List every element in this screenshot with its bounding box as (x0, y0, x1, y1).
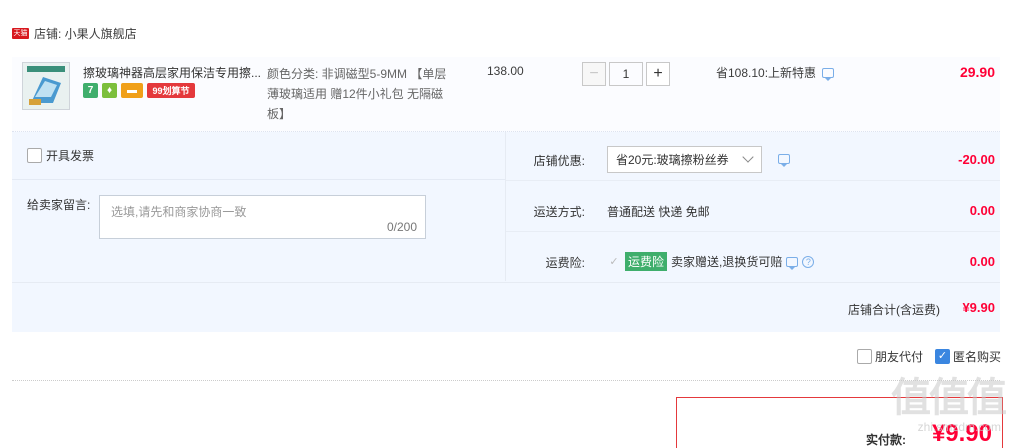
quantity-stepper: − 1 + (582, 62, 670, 86)
coupon-label: 店铺优惠: (533, 154, 585, 168)
item-discount: 省108.10:上新特惠 (716, 64, 835, 81)
shop-total-label: 店铺合计(含运费) (848, 303, 940, 317)
options-right: 店铺优惠: 省20元:玻璃擦粉丝券 -20.00 运送方式: 普通配送 快递 免… (506, 132, 1000, 281)
insurance-text: 卖家赠送,退换货可赔 (671, 255, 783, 269)
divider (12, 380, 1000, 381)
watermark-logo: 值值值 (891, 376, 1007, 420)
shop-line: 天猫 店铺: 小果人旗舰店 (12, 25, 137, 41)
shop-total-value: ¥9.90 (962, 300, 995, 315)
qty-input[interactable]: 1 (609, 62, 643, 86)
insurance-checkbox: ✓ (609, 255, 619, 268)
shop-name[interactable]: 店铺: 小果人旗舰店 (34, 25, 137, 42)
message-placeholder: 选填,请先和商家协商一致 (111, 205, 247, 219)
festival-99-badge[interactable]: 99划算节 (147, 83, 195, 98)
invoice-label: 开具发票 (46, 149, 95, 163)
coupon-selected: 省20元:玻璃擦粉丝券 (616, 153, 729, 167)
insurance-option: ✓ 运费险 卖家赠送,退换货可赔 ? (607, 252, 815, 271)
chevron-down-icon (742, 151, 754, 163)
insurance-badge: 运费险 (625, 252, 668, 271)
shipping-method: 普通配送 快递 免邮 (607, 205, 710, 219)
invoice-checkbox[interactable] (27, 148, 42, 163)
divider (12, 179, 505, 180)
coupon-select[interactable]: 省20元:玻璃擦粉丝券 (607, 146, 762, 173)
shipping-label: 运送方式: (533, 205, 585, 219)
product-thumbnail[interactable] (22, 62, 70, 110)
chat-icon[interactable] (778, 154, 790, 167)
checkout-options: 朋友代付 ✓ 匿名购买 (856, 348, 1001, 365)
order-item-row: 擦玻璃神器高层家用保洁专用擦... 7 ♦ ▬ 99划算节 颜色分类: 非调磁型… (12, 57, 1000, 132)
insurance-label: 运费险: (545, 256, 585, 270)
insurance-row: 运费险: ✓ 运费险 卖家赠送,退换货可赔 ? 0.00 (506, 234, 1000, 283)
friend-pay-label: 朋友代付 (874, 350, 923, 364)
message-char-count: 0/200 (386, 220, 417, 234)
shop-total-row: 店铺合计(含运费) ¥9.90 (12, 282, 1000, 332)
product-title[interactable]: 擦玻璃神器高层家用保洁专用擦... (83, 64, 263, 81)
product-image-icon (23, 63, 69, 109)
shipping-value: 0.00 (969, 203, 995, 218)
qty-plus-button[interactable]: + (646, 62, 670, 86)
coupon-row: 店铺优惠: 省20元:玻璃擦粉丝券 -20.00 (506, 132, 1000, 181)
tmall-icon: 天猫 (12, 27, 29, 39)
chat-icon[interactable] (786, 256, 799, 270)
friend-pay-option[interactable]: 朋友代付 (856, 348, 923, 365)
insurance-value: 0.00 (969, 254, 995, 269)
anonymous-checkbox[interactable]: ✓ (934, 349, 950, 364)
help-icon[interactable]: ? (802, 255, 815, 268)
pay-label: 实付款: (866, 433, 906, 447)
chat-icon[interactable] (822, 67, 835, 81)
order-options: 开具发票 给卖家留言: 选填,请先和商家协商一致 0/200 店铺优惠: 省20… (12, 132, 1000, 332)
watermark-url: zhi.smzdm.com (917, 420, 1001, 434)
product-sku: 颜色分类: 非调磁型5-9MM 【单层薄玻璃适用 赠12件小礼包 无隔磁板】 (267, 67, 447, 121)
guarantee-icon[interactable]: ♦ (102, 83, 117, 98)
anonymous-label: 匿名购买 (952, 350, 1001, 364)
shipping-row: 运送方式: 普通配送 快递 免邮 0.00 (506, 183, 1000, 232)
seller-message-input[interactable]: 选填,请先和商家协商一致 0/200 (99, 195, 426, 239)
seven-day-return-icon[interactable]: 7 (83, 83, 98, 98)
message-label: 给卖家留言: (27, 198, 91, 212)
unit-price: 138.00 (487, 64, 524, 78)
coupon-value: -20.00 (958, 152, 995, 167)
options-left: 开具发票 给卖家留言: 选填,请先和商家协商一致 0/200 (12, 132, 505, 281)
invoice-option[interactable]: 开具发票 (27, 147, 94, 164)
credit-card-icon[interactable]: ▬ (121, 83, 143, 98)
item-subtotal: 29.90 (959, 64, 995, 80)
friend-pay-checkbox[interactable] (856, 349, 872, 364)
anonymous-option[interactable]: ✓ 匿名购买 (934, 348, 1001, 365)
discount-text: 省108.10:上新特惠 (716, 66, 817, 80)
promo-icons: 7 ♦ ▬ 99划算节 (83, 83, 195, 98)
qty-minus-button[interactable]: − (582, 62, 606, 86)
